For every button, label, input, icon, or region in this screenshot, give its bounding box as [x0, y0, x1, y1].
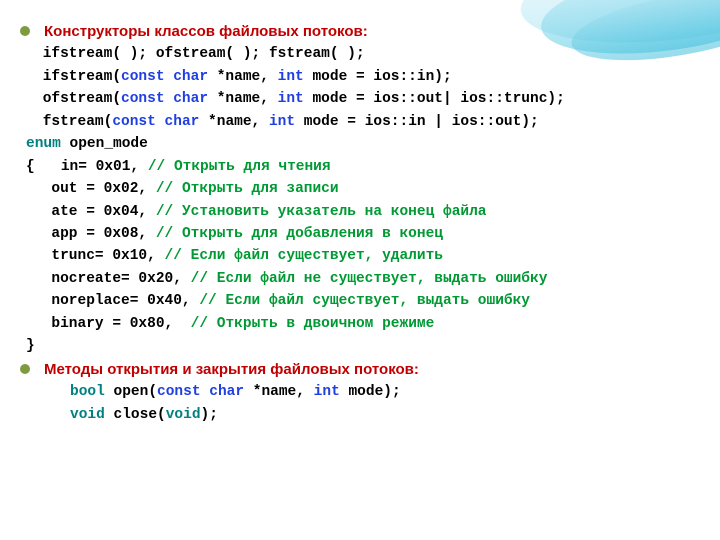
- eq: = 0x02,: [86, 181, 156, 197]
- eq: = 0x40,: [130, 293, 200, 309]
- ret: bool: [70, 384, 105, 400]
- lhs: binary: [34, 316, 112, 332]
- code-mode-trunc: trunc= 0x10, // Если файл существует, уд…: [18, 245, 710, 267]
- lhs: app: [34, 226, 86, 242]
- t: ifstream(: [34, 69, 121, 85]
- kw: int: [269, 114, 295, 130]
- t: *name,: [199, 114, 269, 130]
- bullet-icon: [20, 364, 30, 374]
- eq: = 0x04,: [86, 204, 156, 220]
- lhs: nocreate: [34, 271, 121, 287]
- eq: = 0x08,: [86, 226, 156, 242]
- kw: const char: [121, 69, 208, 85]
- t: mode = ios::out| ios::trunc);: [304, 91, 565, 107]
- lhs: out: [34, 181, 86, 197]
- comment: // Если файл существует, выдать ошибку: [199, 293, 530, 309]
- arg: void: [166, 407, 201, 423]
- t: mode);: [340, 384, 401, 400]
- comment: // Открыть для добавления в конец: [156, 226, 443, 242]
- code-mode-binary: binary = 0x80, // Открыть в двоичном реж…: [18, 313, 710, 335]
- kw: int: [314, 384, 340, 400]
- code-ifstream-sig: ifstream(const char *name, int mode = io…: [18, 66, 710, 88]
- brace: {: [26, 159, 61, 175]
- eq: = 0x01,: [78, 159, 148, 175]
- code-default-ctors: ifstream( ); ofstream( ); fstream( );: [18, 43, 710, 65]
- comment: // Установить указатель на конец файла: [156, 204, 487, 220]
- ret: void: [70, 407, 105, 423]
- lhs: in: [61, 159, 78, 175]
- kw: const char: [157, 384, 244, 400]
- bullet-icon: [20, 26, 30, 36]
- name: open(: [105, 384, 157, 400]
- eq: = 0x20,: [121, 271, 191, 287]
- lhs: ate: [34, 204, 86, 220]
- name: close(: [105, 407, 166, 423]
- heading-text-1: Конструкторы классов файловых потоков:: [44, 20, 368, 43]
- lhs: noreplace: [34, 293, 130, 309]
- comment: // Открыть для записи: [156, 181, 339, 197]
- eq: = 0x80,: [112, 316, 190, 332]
- t: ofstream(: [34, 91, 121, 107]
- lhs: trunc: [34, 248, 95, 264]
- heading-constructors: Конструкторы классов файловых потоков:: [20, 20, 710, 43]
- code-enum-decl: enum open_mode: [18, 133, 710, 155]
- comment: // Открыть в двоичном режиме: [191, 316, 435, 332]
- t: mode = ios::in | ios::out);: [295, 114, 539, 130]
- code-mode-out: out = 0x02, // Открыть для записи: [18, 178, 710, 200]
- enum-name: open_mode: [61, 136, 148, 152]
- code-fstream-sig: fstream(const char *name, int mode = ios…: [18, 111, 710, 133]
- code-brace-close: }: [18, 335, 710, 357]
- comment: // Если файл не существует, выдать ошибк…: [191, 271, 548, 287]
- code-mode-app: app = 0x08, // Открыть для добавления в …: [18, 223, 710, 245]
- comment: // Открыть для чтения: [148, 159, 331, 175]
- code-mode-ate: ate = 0x04, // Установить указатель на к…: [18, 201, 710, 223]
- code-open-fn: bool open(const char *name, int mode);: [18, 381, 710, 403]
- code-close-fn: void close(void);: [18, 404, 710, 426]
- heading-methods: Методы открытия и закрытия файловых пото…: [20, 358, 710, 381]
- kw: int: [278, 91, 304, 107]
- t: mode = ios::in);: [304, 69, 452, 85]
- heading-text-2: Методы открытия и закрытия файловых пото…: [44, 358, 419, 381]
- code-mode-noreplace: noreplace= 0x40, // Если файл существует…: [18, 290, 710, 312]
- code-ofstream-sig: ofstream(const char *name, int mode = io…: [18, 88, 710, 110]
- kw: const char: [121, 91, 208, 107]
- kw: int: [278, 69, 304, 85]
- t: *name,: [208, 91, 278, 107]
- t: *name,: [244, 384, 314, 400]
- t: fstream(: [34, 114, 112, 130]
- eq: = 0x10,: [95, 248, 165, 264]
- comment: // Если файл существует, удалить: [165, 248, 443, 264]
- kw: const char: [112, 114, 199, 130]
- t: );: [201, 407, 218, 423]
- code-mode-in: { in= 0x01, // Открыть для чтения: [18, 156, 710, 178]
- code-mode-nocreate: nocreate= 0x20, // Если файл не существу…: [18, 268, 710, 290]
- kw-enum: enum: [26, 136, 61, 152]
- slide-content: Конструкторы классов файловых потоков: i…: [0, 0, 720, 436]
- t: *name,: [208, 69, 278, 85]
